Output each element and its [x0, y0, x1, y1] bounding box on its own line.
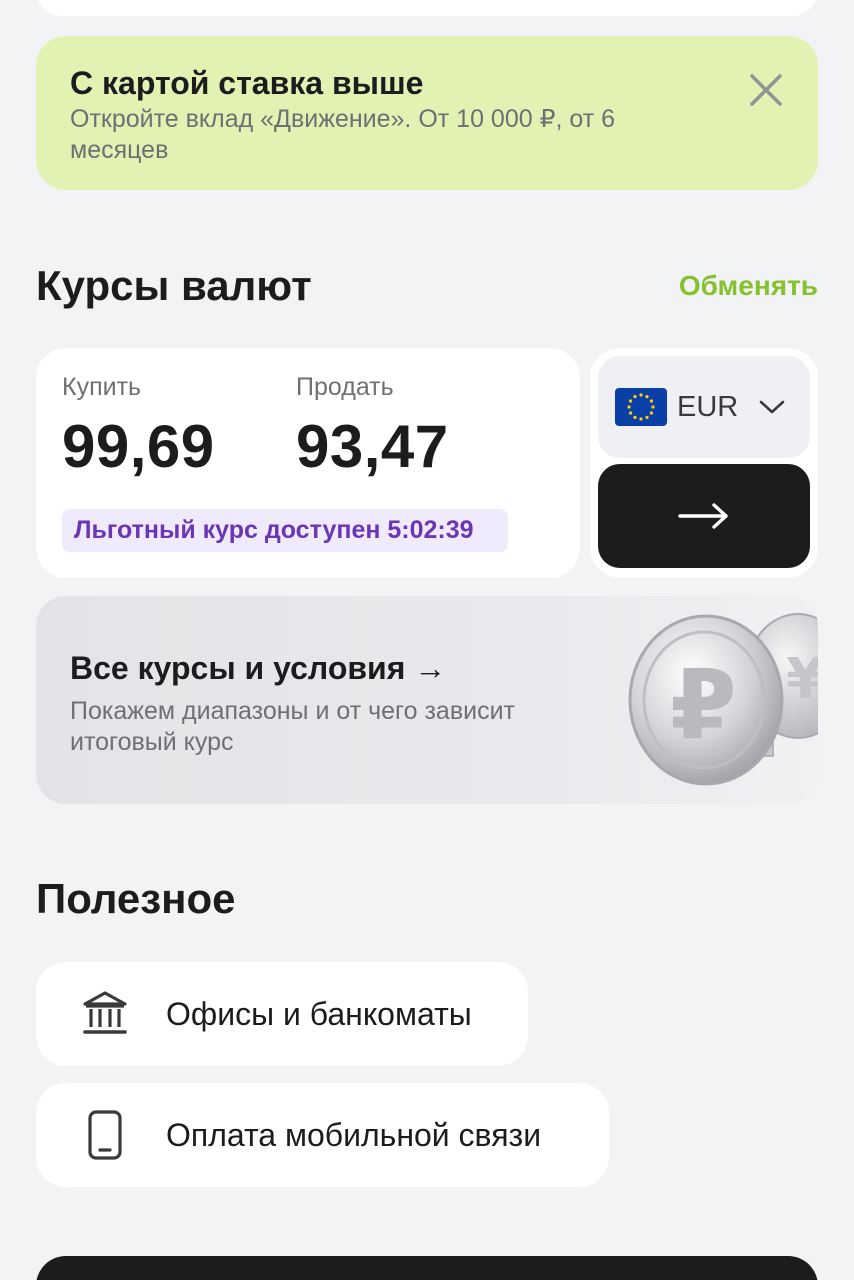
promo-rate-badge: Льготный курс доступен 5:02:39	[62, 509, 508, 552]
buy-rate: Купить 99,69	[62, 372, 215, 482]
all-rates-text: Покажем диапазоны и от чего зависит итог…	[70, 697, 515, 756]
coins-illustration: ¥ ₽	[628, 613, 818, 786]
exchange-link[interactable]: Обменять	[679, 270, 818, 302]
list-item-label: Офисы и банкоматы	[166, 995, 472, 1032]
arrow-right-icon	[678, 503, 728, 529]
currency-panel: EUR	[590, 348, 818, 578]
bank-icon	[72, 981, 138, 1047]
list-item-mobile-payment[interactable]: Оплата мобильной связи	[36, 1083, 609, 1187]
all-rates-card[interactable]: Все курсы и условия → Покажем диапазоны …	[36, 596, 818, 804]
previous-card	[36, 0, 818, 16]
rates-card: Купить 99,69 Продать 93,47 Льготный курс…	[36, 348, 580, 578]
sell-value: 93,47	[296, 413, 449, 480]
sell-rate: Продать 93,47	[296, 372, 449, 482]
buy-label: Купить	[62, 373, 142, 401]
promo-banner[interactable]: С картой ставка выше Откройте вклад «Дви…	[36, 36, 818, 190]
buy-value: 99,69	[62, 413, 215, 480]
list-item-label: Оплата мобильной связи	[166, 1116, 542, 1153]
sell-label: Продать	[296, 373, 394, 401]
currency-select[interactable]: EUR	[598, 356, 810, 458]
list-item-offices[interactable]: Офисы и банкоматы	[36, 962, 528, 1066]
svg-text:₽: ₽	[670, 649, 737, 761]
promo-text: Откройте вклад «Движение». От 10 000 ₽, …	[70, 105, 616, 164]
promo-title: С картой ставка выше	[70, 65, 424, 101]
phone-icon	[72, 1102, 138, 1168]
useful-section-title: Полезное	[36, 875, 236, 922]
go-button[interactable]	[598, 464, 810, 568]
currency-code: EUR	[677, 390, 739, 423]
svg-text:¥: ¥	[786, 647, 818, 712]
eu-flag-icon	[615, 388, 667, 426]
bottom-action-bar[interactable]	[36, 1256, 818, 1280]
chevron-down-icon	[758, 398, 786, 416]
close-icon[interactable]	[744, 68, 788, 112]
rates-section-title: Курсы валют	[36, 262, 312, 309]
